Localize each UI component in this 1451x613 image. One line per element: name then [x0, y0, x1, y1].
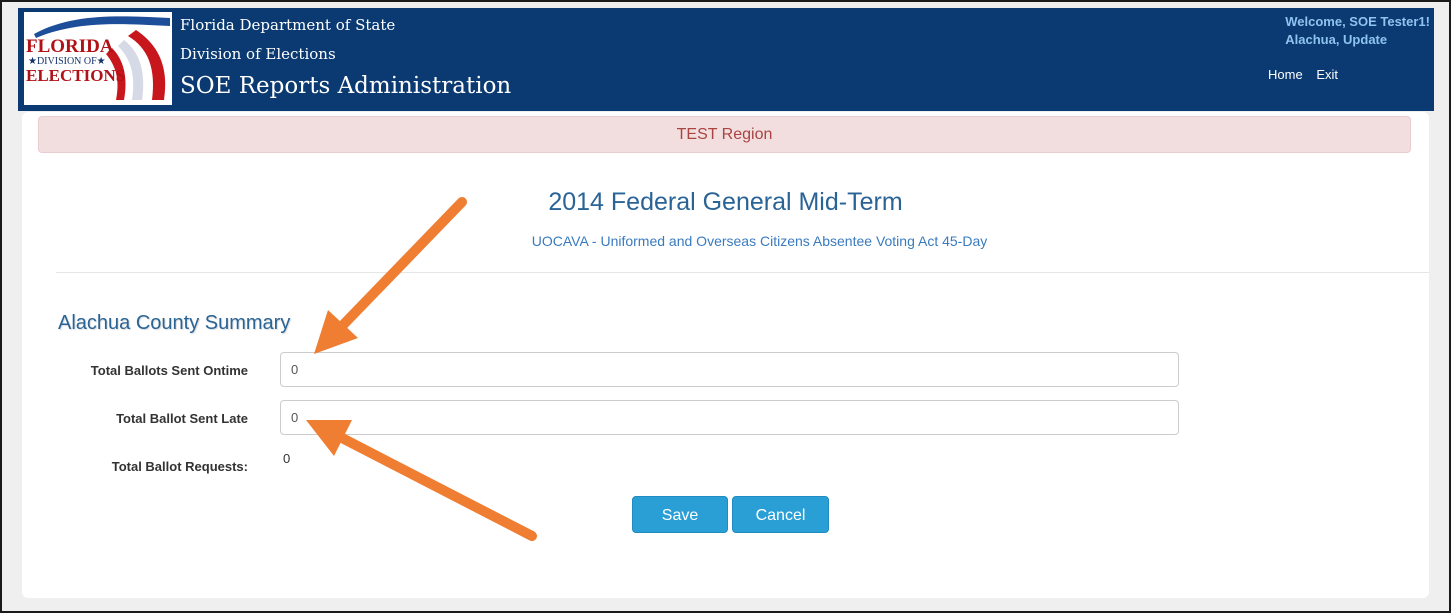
florida-elections-logo[interactable]: FLORIDA ★DIVISION OF★ ELECTIONS	[24, 12, 172, 105]
screenshot-frame: FLORIDA ★DIVISION OF★ ELECTIONS Florida …	[0, 0, 1451, 613]
division-name: Division of Elections	[180, 45, 336, 63]
site-header: FLORIDA ★DIVISION OF★ ELECTIONS Florida …	[18, 8, 1434, 111]
user-welcome: Welcome, SOE Tester1! Alachua, Update	[1285, 13, 1430, 49]
ballots-late-label: Total Ballot Sent Late	[116, 411, 248, 426]
election-subtitle: UOCAVA - Uniformed and Overseas Citizens…	[531, 233, 988, 249]
logo-line-florida: FLORIDA	[26, 36, 114, 57]
election-title: 2014 Federal General Mid-Term	[548, 188, 903, 216]
ballots-late-input[interactable]	[280, 400, 1179, 435]
department-name: Florida Department of State	[180, 16, 396, 34]
ballot-requests-value: 0	[283, 451, 291, 466]
nav-exit-link[interactable]: Exit	[1316, 67, 1338, 82]
user-context: Alachua, Update	[1285, 32, 1388, 47]
section-divider	[56, 272, 1429, 273]
test-region-banner: TEST Region	[38, 116, 1411, 153]
county-summary-heading: Alachua County Summary	[58, 312, 291, 334]
save-button[interactable]: Save	[632, 496, 728, 533]
cancel-button[interactable]: Cancel	[732, 496, 829, 533]
ballots-ontime-label: Total Ballots Sent Ontime	[90, 363, 248, 378]
welcome-message: Welcome, SOE Tester1!	[1285, 14, 1430, 29]
logo-line-elections: ELECTIONS	[26, 66, 126, 85]
app-title: SOE Reports Administration	[180, 73, 512, 99]
main-panel: TEST Region 2014 Federal General Mid-Ter…	[22, 112, 1429, 598]
ballots-ontime-input[interactable]	[280, 352, 1179, 387]
header-nav: Home Exit	[1268, 67, 1348, 82]
ballot-requests-label: Total Ballot Requests:	[111, 459, 248, 474]
nav-home-link[interactable]: Home	[1268, 67, 1303, 82]
